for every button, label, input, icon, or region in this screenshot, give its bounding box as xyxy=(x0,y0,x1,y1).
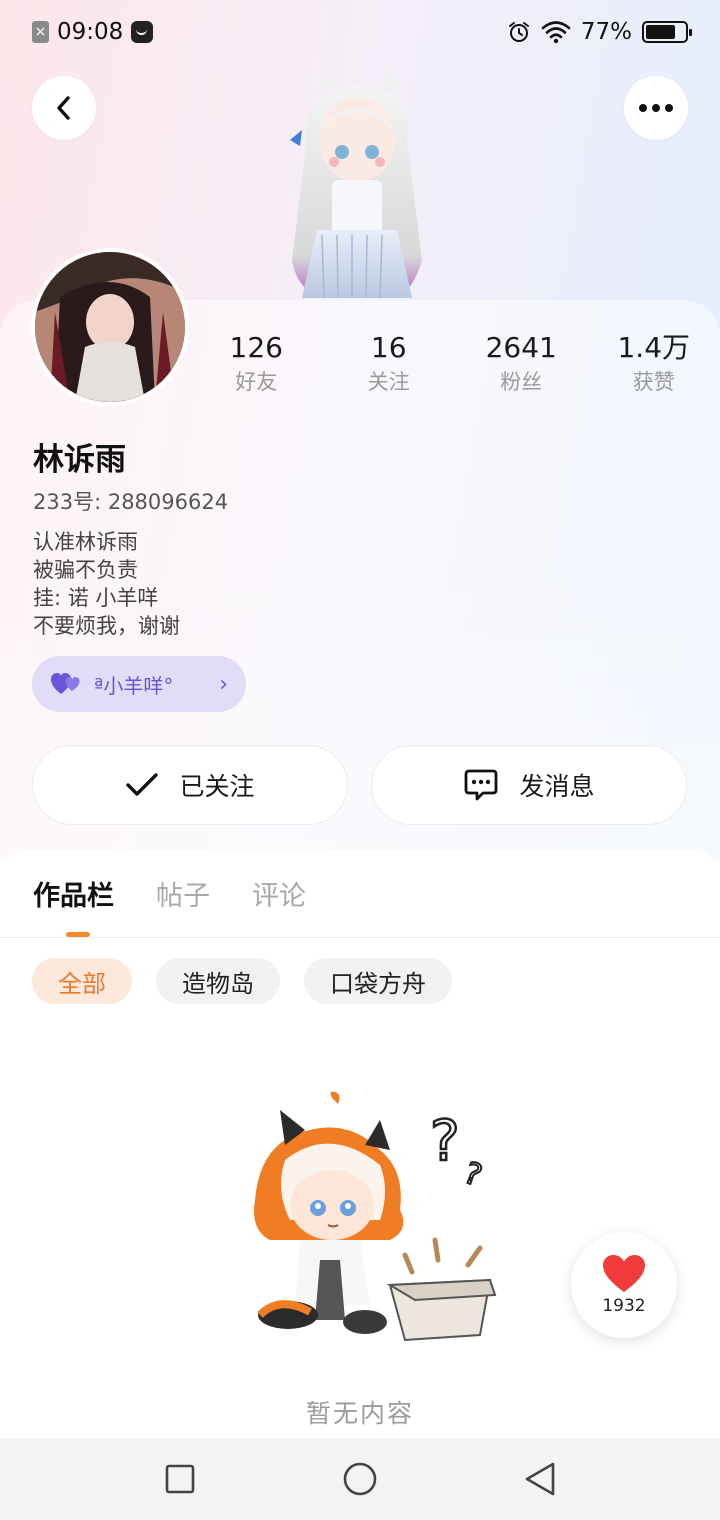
stat-label: 获赞 xyxy=(632,370,675,394)
more-button[interactable] xyxy=(624,76,688,140)
stat-label: 好友 xyxy=(235,370,278,394)
content-section: 作品栏 帖子 评论 全部 造物岛 口袋方舟 ? ? 暂无内容 xyxy=(0,850,720,1438)
tab-posts[interactable]: 帖子 xyxy=(156,874,210,913)
chevron-left-icon xyxy=(57,96,70,120)
home-button[interactable] xyxy=(330,1449,390,1509)
status-time: 09:08 xyxy=(57,19,124,45)
follow-label: 已关注 xyxy=(179,772,255,801)
avatar-photo xyxy=(35,252,185,402)
status-bar: × 09:08 77% xyxy=(0,0,720,64)
tab-comments[interactable]: 评论 xyxy=(252,874,306,913)
stat-label: 粉丝 xyxy=(500,370,543,394)
filter-all[interactable]: 全部 xyxy=(32,958,132,1004)
stat-fans[interactable]: 2641 粉丝 xyxy=(455,330,588,398)
like-count: 1932 xyxy=(602,1296,646,1316)
chevron-right-icon: › xyxy=(219,671,228,697)
chat-bubble-icon xyxy=(465,769,498,801)
message-label: 发消息 xyxy=(519,772,595,801)
check-icon xyxy=(126,773,159,796)
bio-line: 不要烦我，谢谢 xyxy=(33,614,180,638)
sim-off-icon: × xyxy=(32,21,49,43)
heart-icon xyxy=(603,1255,645,1292)
tab-divider xyxy=(0,937,720,938)
message-button[interactable]: 发消息 xyxy=(371,745,687,825)
profile-uid[interactable]: 233号: 288096624 xyxy=(33,486,228,516)
alarm-icon xyxy=(508,22,529,42)
stat-value: 1.4万 xyxy=(617,331,691,364)
like-button[interactable]: 1932 xyxy=(571,1232,677,1338)
club-label: ª小羊咩° xyxy=(94,673,174,698)
wifi-icon xyxy=(541,21,571,44)
follow-button[interactable]: 已关注 xyxy=(32,745,348,825)
filter-pocket-ark[interactable]: 口袋方舟 xyxy=(304,958,452,1004)
battery-level xyxy=(646,25,676,39)
battery-icon xyxy=(642,21,692,43)
system-nav-bar xyxy=(0,1438,720,1520)
bio-line: 被骗不负责 xyxy=(33,558,138,582)
character-avatar-art xyxy=(290,65,422,299)
svg-text:?: ? xyxy=(430,1109,460,1174)
empty-state-text: 暂无内容 xyxy=(305,1399,414,1428)
stat-label: 关注 xyxy=(367,370,410,394)
stat-value: 16 xyxy=(370,331,407,364)
stat-value: 2641 xyxy=(485,331,557,364)
triangle-back-icon xyxy=(525,1462,555,1496)
square-icon xyxy=(165,1464,195,1494)
stat-value: 126 xyxy=(229,331,283,364)
club-pill[interactable]: ª小羊咩° › xyxy=(32,656,246,712)
bio-line: 挂: 诺 小羊咩 xyxy=(33,586,159,610)
content-tabs: 作品栏 帖子 评论 xyxy=(33,874,306,913)
avatar[interactable] xyxy=(31,248,189,406)
stat-likes[interactable]: 1.4万 获赞 xyxy=(588,330,720,398)
more-dots-icon xyxy=(639,104,673,112)
recents-button[interactable] xyxy=(150,1449,210,1509)
profile-bio: 认准林诉雨 被骗不负责 挂: 诺 小羊咩 不要烦我，谢谢 xyxy=(33,528,180,640)
filter-chips: 全部 造物岛 口袋方舟 xyxy=(32,958,452,1004)
profile-stats: 126 好友 16 关注 2641 粉丝 1.4万 获赞 xyxy=(190,330,720,398)
filter-creation-island[interactable]: 造物岛 xyxy=(156,958,280,1004)
empty-state-illustration: ? ? xyxy=(254,1091,497,1342)
stat-friends[interactable]: 126 好友 xyxy=(190,330,323,398)
circle-icon xyxy=(343,1462,377,1496)
svg-text:?: ? xyxy=(459,1156,486,1194)
back-button[interactable] xyxy=(32,76,96,140)
stat-following[interactable]: 16 关注 xyxy=(323,330,456,398)
tab-works[interactable]: 作品栏 xyxy=(33,874,114,913)
hearts-icon xyxy=(51,673,80,694)
battery-percent: 77% xyxy=(580,19,632,45)
back-nav-button[interactable] xyxy=(510,1449,570,1509)
message-notification-icon xyxy=(131,21,154,43)
bio-line: 认准林诉雨 xyxy=(33,530,138,554)
profile-name: 林诉雨 xyxy=(33,442,126,478)
